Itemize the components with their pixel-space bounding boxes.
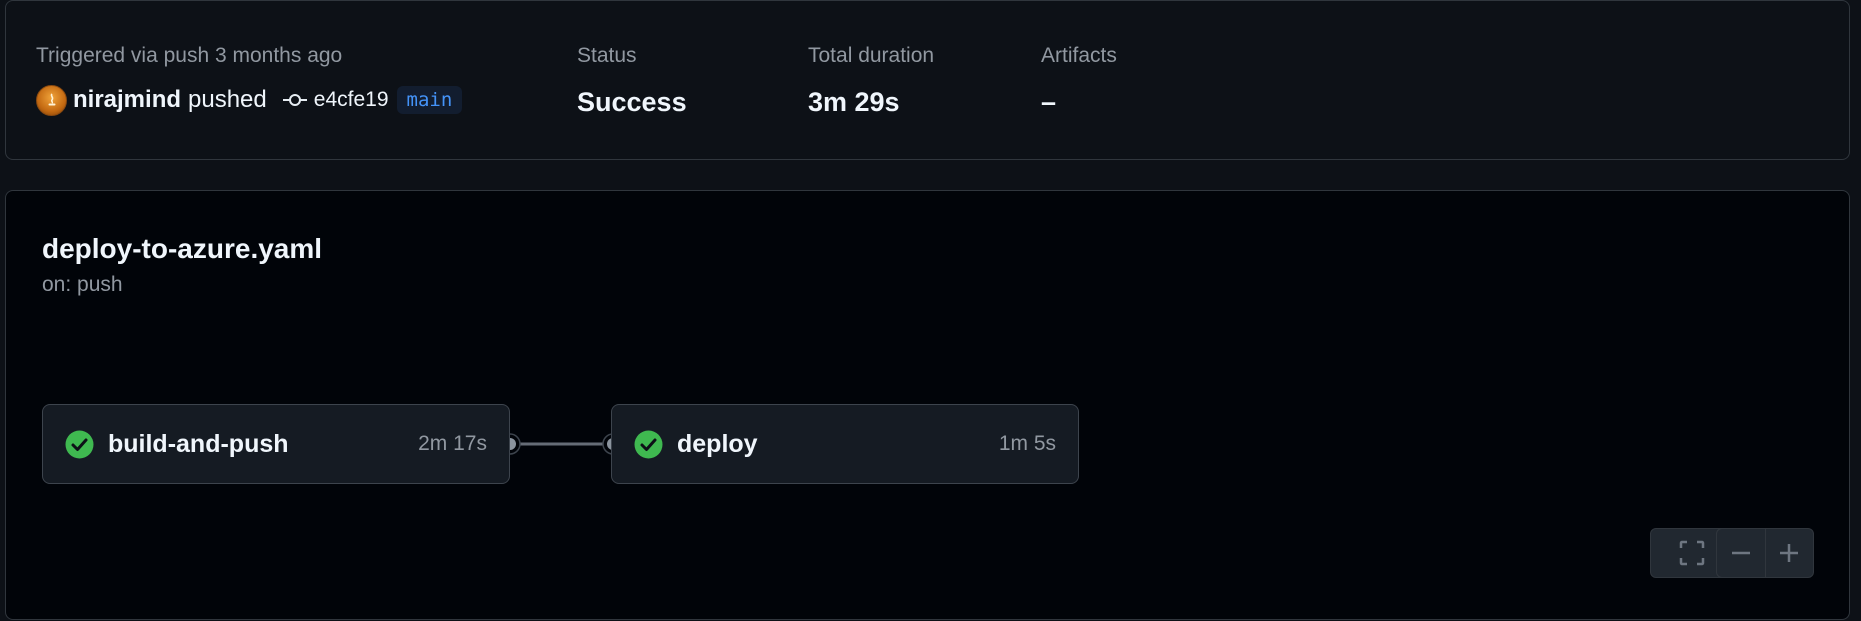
zoom-controls [1716, 528, 1814, 578]
git-commit-icon [282, 90, 308, 110]
workflow-graph-panel: deploy-to-azure.yaml on: push build-and-… [5, 190, 1850, 620]
duration-label: Total duration [808, 44, 935, 67]
check-circle-fill-icon [65, 430, 94, 458]
plus-icon [1780, 544, 1799, 562]
screen-full-icon [1679, 540, 1705, 566]
job-duration: 1m 5s [998, 432, 1056, 455]
artifacts-value: – [1041, 87, 1057, 117]
job-name: build-and-push [108, 429, 289, 458]
status-value: Success [577, 87, 687, 117]
commit-sha-link[interactable]: e4cfe19 [314, 88, 389, 112]
status-label: Status [577, 44, 637, 67]
run-summary-panel: Triggered via push 3 months ago nirajmin… [5, 0, 1850, 160]
zoom-out-button[interactable] [1717, 529, 1765, 577]
duration-value: 3m 29s [808, 87, 900, 117]
trigger-info: Triggered via push 3 months ago nirajmin… [36, 43, 463, 117]
avatar-icon[interactable] [36, 84, 67, 116]
job-name: deploy [677, 429, 758, 458]
duration-column: Total duration 3m 29s [808, 43, 934, 118]
workflow-trigger: on: push [42, 273, 123, 296]
minus-icon [1731, 551, 1750, 555]
user-link[interactable]: nirajmind [73, 86, 181, 114]
trigger-details: nirajmind pushed e4cfe19 main [36, 83, 463, 117]
workflow-file-title: deploy-to-azure.yaml [42, 233, 323, 264]
action-text: pushed [188, 86, 267, 113]
artifacts-label: Artifacts [1041, 44, 1117, 67]
job-card-deploy[interactable]: deploy 1m 5s [611, 404, 1079, 484]
zoom-in-button[interactable] [1765, 529, 1813, 577]
check-circle-fill-icon [634, 430, 663, 458]
artifacts-column: Artifacts – [1041, 43, 1117, 118]
trigger-label: Triggered via push 3 months ago [36, 44, 343, 67]
job-card-build-and-push[interactable]: build-and-push 2m 17s [42, 404, 510, 484]
branch-badge[interactable]: main [396, 86, 463, 114]
status-column: Status Success [577, 43, 687, 118]
job-duration: 2m 17s [418, 432, 487, 455]
